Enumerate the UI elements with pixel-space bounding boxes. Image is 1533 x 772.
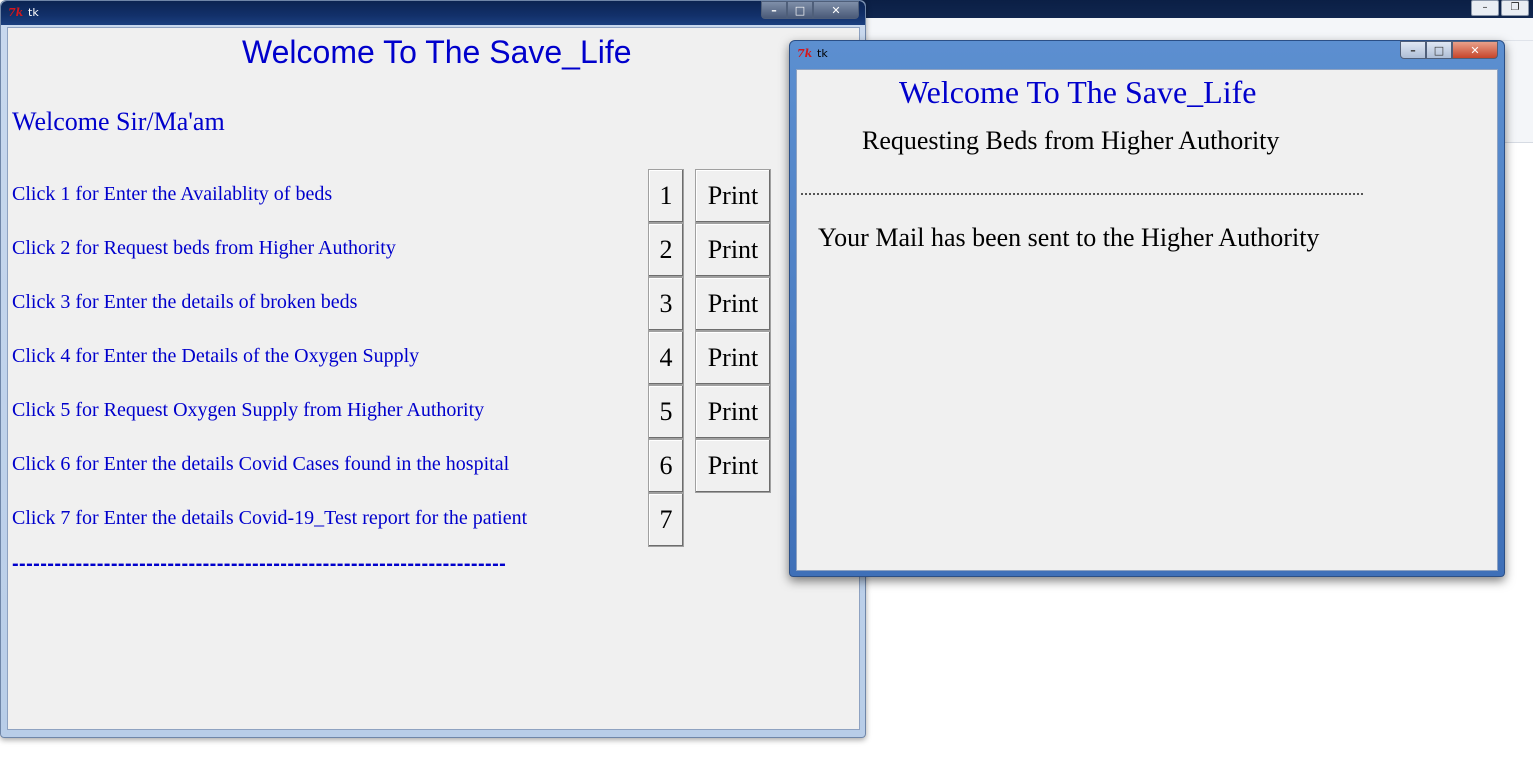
tk-icon: 7k: [8, 6, 24, 19]
print-4-button[interactable]: Print: [695, 331, 771, 385]
minimize-button[interactable]: –: [1400, 41, 1426, 59]
tk-icon: 7k: [797, 47, 813, 60]
page-title: Welcome To The Save_Life: [242, 34, 632, 70]
option-7-button[interactable]: 7: [648, 493, 684, 547]
print-6-button[interactable]: Print: [695, 439, 771, 493]
option-4-button[interactable]: 4: [648, 331, 684, 385]
request-window-title: tk: [817, 47, 828, 60]
dotted-divider: [801, 193, 1363, 195]
menu-label-3: Click 3 for Enter the details of broken …: [12, 291, 358, 313]
request-subheading: Requesting Beds from Higher Authority: [862, 126, 1280, 155]
request-titlebar[interactable]: 7k tk – □ ✕: [790, 41, 1504, 65]
menu-label-2: Click 2 for Request beds from Higher Aut…: [12, 237, 396, 259]
request-window: 7k tk – □ ✕ Welcome To The Save_Life Req…: [789, 40, 1505, 577]
print-2-button[interactable]: Print: [695, 223, 771, 277]
option-2-button[interactable]: 2: [648, 223, 684, 277]
menu-label-7: Click 7 for Enter the details Covid-19_T…: [12, 507, 528, 529]
background-restore-button[interactable]: ❐: [1501, 0, 1529, 16]
option-3-button[interactable]: 3: [648, 277, 684, 331]
option-5-button[interactable]: 5: [648, 385, 684, 439]
background-titlebar: – ❐: [860, 0, 1533, 18]
main-window: 7k tk – □ ✕ Welcome To The Save_Life Wel…: [0, 0, 866, 738]
close-button[interactable]: ✕: [813, 1, 859, 19]
option-6-button[interactable]: 6: [648, 439, 684, 493]
menu-label-5: Click 5 for Request Oxygen Supply from H…: [12, 399, 485, 421]
request-heading: Welcome To The Save_Life: [899, 74, 1257, 110]
option-1-button[interactable]: 1: [648, 169, 684, 223]
menu-label-6: Click 6 for Enter the details Covid Case…: [12, 453, 510, 475]
separator-line: ----------------------------------------…: [12, 553, 507, 575]
maximize-button[interactable]: □: [787, 1, 813, 19]
background-window-controls: – ❐: [1471, 0, 1529, 16]
greeting-label: Welcome Sir/Ma'am: [12, 107, 225, 136]
menu-label-4: Click 4 for Enter the Details of the Oxy…: [12, 345, 420, 367]
main-window-controls: – □ ✕: [761, 1, 859, 19]
request-window-controls: – □ ✕: [1400, 41, 1498, 59]
main-window-title: tk: [28, 6, 39, 19]
main-client-area: Welcome To The Save_Life Welcome Sir/Ma'…: [7, 27, 860, 730]
confirmation-message: Your Mail has been sent to the Higher Au…: [818, 223, 1320, 252]
maximize-button[interactable]: □: [1426, 41, 1452, 59]
minimize-button[interactable]: –: [761, 1, 787, 19]
print-3-button[interactable]: Print: [695, 277, 771, 331]
print-1-button[interactable]: Print: [695, 169, 771, 223]
print-5-button[interactable]: Print: [695, 385, 771, 439]
close-button[interactable]: ✕: [1452, 41, 1498, 59]
menu-label-1: Click 1 for Enter the Availablity of bed…: [12, 183, 333, 205]
main-titlebar[interactable]: 7k tk – □ ✕: [1, 1, 865, 25]
request-client-area: Welcome To The Save_Life Requesting Beds…: [796, 69, 1498, 571]
background-minimize-button[interactable]: –: [1471, 0, 1499, 16]
